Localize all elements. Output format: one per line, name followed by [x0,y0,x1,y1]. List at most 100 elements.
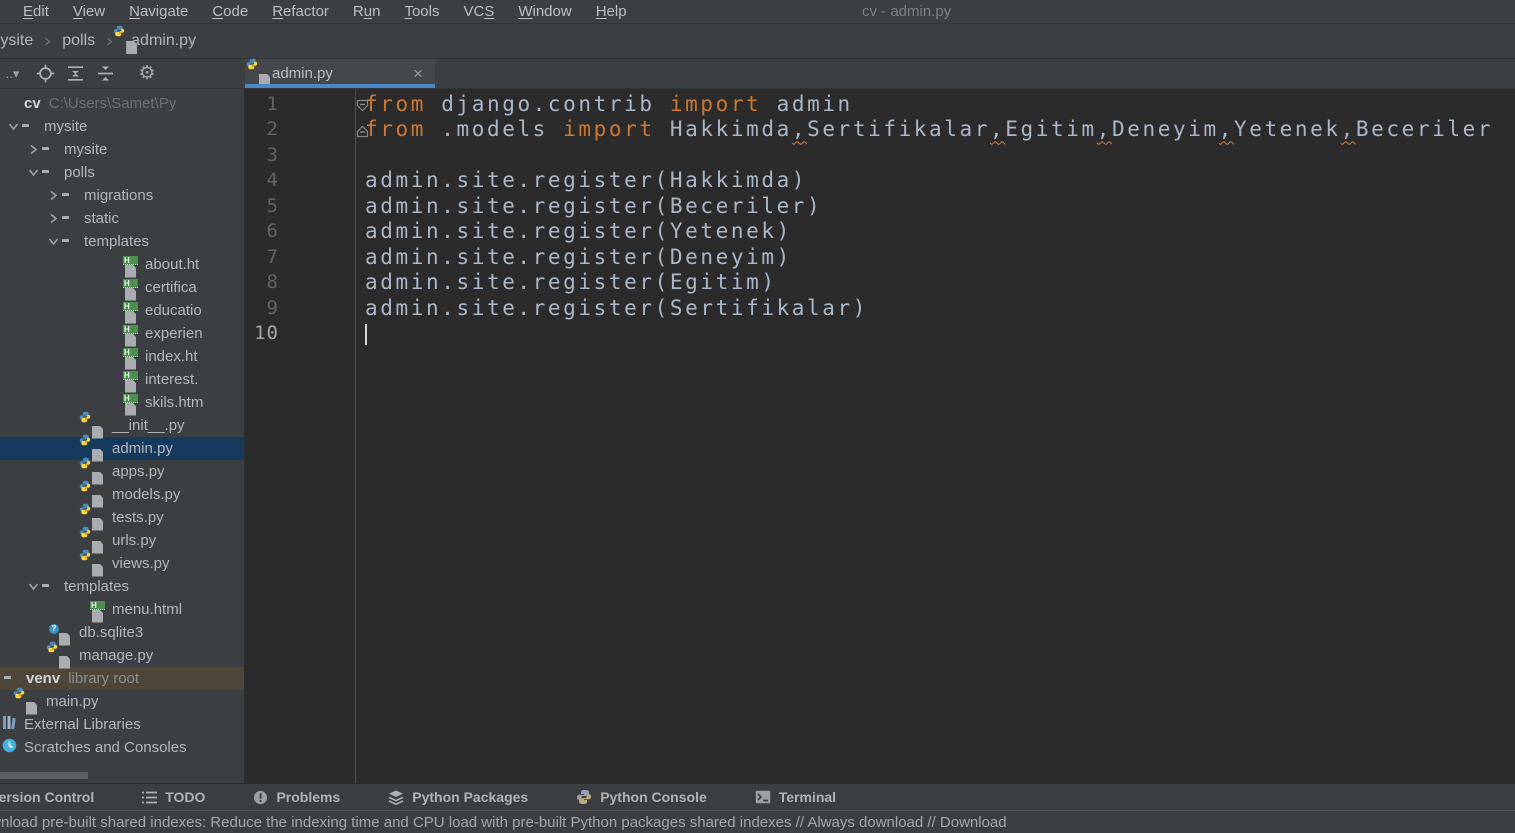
chevron-right-icon[interactable] [24,143,42,156]
horizontal-scrollbar-thumb[interactable] [0,772,88,779]
close-icon[interactable]: × [413,65,423,82]
tab-admin-py[interactable]: admin.py × [245,59,435,88]
status-message[interactable]: Download pre-built shared indexes: Reduc… [0,814,1007,831]
toolwindow-problems[interactable]: Problems [253,789,340,805]
tree-item-label: main.py [46,693,99,710]
expand-all-icon[interactable] [60,62,90,86]
code-line-1[interactable]: 1from django.contrib import admin [245,91,1515,117]
warning-comma-token: , [1219,117,1234,141]
tree-item-venv[interactable]: venvlibrary root [0,667,244,690]
menu-navigate[interactable]: Navigate [117,3,200,20]
chevron-down-icon[interactable] [24,580,42,593]
code-token: admin.site.register(Deneyim) [365,245,792,269]
packages-icon [388,790,404,805]
project-selector-icon[interactable]: ..▾ [0,62,30,86]
fold-start-icon[interactable] [356,93,369,117]
code-token: admin.site.register(Hakkimda) [365,168,807,192]
breadcrumb-item[interactable]: mysite [0,32,33,50]
settings-gear-icon[interactable]: ⚙ [132,62,162,86]
tree-item-label: External Libraries [24,716,141,733]
code-text: admin.site.register(Beceriler) [355,194,822,218]
toolwindow-python-console[interactable]: Python Console [576,789,707,805]
menu-refactor[interactable]: Refactor [260,3,341,20]
collapse-all-icon[interactable] [90,62,120,86]
tree-item-certifica[interactable]: Hcertifica [0,276,244,299]
tree-item-mysite[interactable]: mysite [0,138,244,161]
code-line-6[interactable]: 6admin.site.register(Yetenek) [245,219,1515,245]
tree-item-skils-htm[interactable]: Hskils.htm [0,391,244,414]
tree-item-apps-py[interactable]: apps.py [0,460,244,483]
tree-item-external-libraries[interactable]: External Libraries [0,713,244,736]
menu-run[interactable]: Run [341,3,393,20]
menu-view[interactable]: View [61,3,117,20]
chevron-down-icon[interactable] [4,120,22,133]
tree-item-main-py[interactable]: main.py [0,690,244,713]
tree-item-label: Scratches and Consoles [24,739,187,756]
chevron-right-icon[interactable] [44,212,62,225]
code-line-7[interactable]: 7admin.site.register(Deneyim) [245,244,1515,270]
line-number: 3 [245,144,279,166]
tree-item--init-py[interactable]: __init__.py [0,414,244,437]
menu-tools[interactable]: Tools [392,3,451,20]
breadcrumb-item[interactable]: admin.py [131,32,196,50]
todo-list-icon [142,791,157,804]
code-line-4[interactable]: 4admin.site.register(Hakkimda) [245,168,1515,194]
text-cursor [365,324,367,345]
toolwindow-version-control[interactable]: Version Control [0,789,94,805]
code-line-10[interactable]: 10 [245,321,1515,347]
tree-item-views-py[interactable]: views.py [0,552,244,575]
warning-comma-token: , [792,117,807,141]
fold-end-icon[interactable] [356,119,369,143]
toolwindow-python-packages[interactable]: Python Packages [388,789,528,805]
chevron-right-icon[interactable] [44,189,62,202]
tree-item-manage-py[interactable]: manage.py [0,644,244,667]
tree-item-templates[interactable]: templates [0,575,244,598]
toolwindow-todo[interactable]: TODO [142,789,205,805]
tree-item-db-sqlite3[interactable]: ?db.sqlite3 [0,621,244,644]
tree-item-mysite[interactable]: mysite [0,115,244,138]
tree-item-urls-py[interactable]: urls.py [0,529,244,552]
tree-item-cv[interactable]: cvC:\Users\Samet\Py [0,92,244,115]
tree-item-label: skils.htm [145,394,203,411]
tree-item-admin-py[interactable]: admin.py [0,437,244,460]
menu-edit[interactable]: Edit [11,3,61,20]
tree-item-scratches-and-consoles[interactable]: Scratches and Consoles [0,736,244,759]
tree-item-migrations[interactable]: migrations [0,184,244,207]
code-line-2[interactable]: 2from .models import Hakkimda,Sertifikal… [245,117,1515,143]
menu-code[interactable]: Code [200,3,260,20]
code-token: admin.site.register(Egitim) [365,270,777,294]
code-editor[interactable]: 1from django.contrib import admin2from .… [245,89,1515,783]
code-token: Sertifikalar [807,117,990,141]
problems-icon [253,790,268,805]
tree-item-models-py[interactable]: models.py [0,483,244,506]
tree-item-label: cv [24,95,41,112]
tree-item-polls[interactable]: polls [0,161,244,184]
menu-help[interactable]: Help [584,3,639,20]
code-line-3[interactable]: 3 [245,142,1515,168]
keyword-token: import [563,117,654,141]
toolwindow-terminal[interactable]: Terminal [755,789,836,805]
locate-icon[interactable] [30,62,60,86]
code-line-8[interactable]: 8admin.site.register(Egitim) [245,270,1515,296]
main-area: cvC:\Users\Samet\Pymysitemysitepollsmigr… [0,89,1515,783]
tree-item-label: templates [64,578,129,595]
tree-item-educatio[interactable]: Heducatio [0,299,244,322]
menu-vcs[interactable]: VCS [451,3,506,20]
tree-item-static[interactable]: static [0,207,244,230]
code-line-5[interactable]: 5admin.site.register(Beceriler) [245,193,1515,219]
tree-item-experien[interactable]: Hexperien [0,322,244,345]
tree-item-tests-py[interactable]: tests.py [0,506,244,529]
tree-item-index-ht[interactable]: Hindex.ht [0,345,244,368]
terminal-icon [755,790,771,804]
tree-item-about-ht[interactable]: Habout.ht [0,253,244,276]
tree-item-interest-[interactable]: Hinterest. [0,368,244,391]
tree-item-templates[interactable]: templates [0,230,244,253]
tree-item-label: certifica [145,279,197,296]
chevron-down-icon[interactable] [24,166,42,179]
pycharm-window: EditViewNavigateCodeRefactorRunToolsVCSW… [0,0,1515,833]
chevron-down-icon[interactable] [44,235,62,248]
menu-window[interactable]: Window [506,3,583,20]
code-line-9[interactable]: 9admin.site.register(Sertifikalar) [245,295,1515,321]
tree-item-menu-html[interactable]: Hmenu.html [0,598,244,621]
breadcrumb-item[interactable]: polls [62,32,95,50]
